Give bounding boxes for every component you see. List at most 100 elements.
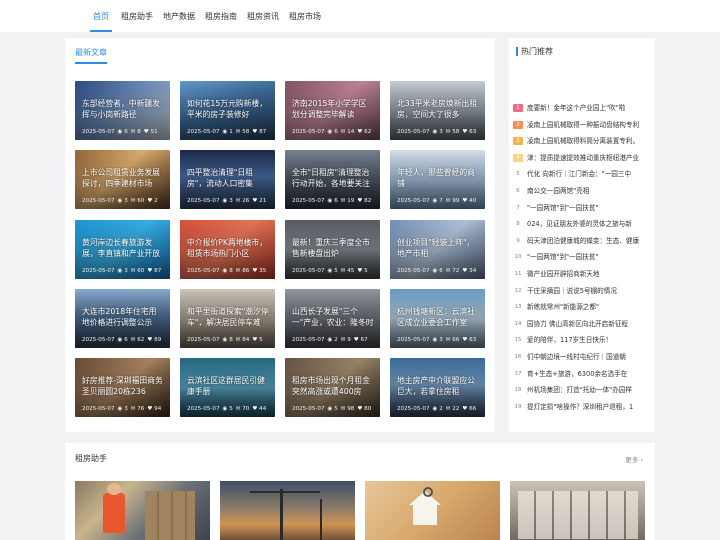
article-card[interactable]: 山西长子发展"三个一"产业，农业：隆冬时节，种养助增收 2025-05-07◉ 2…: [285, 289, 380, 348]
article-card[interactable]: 东部经营者，中新疆发挥与小岗新路径 2025-05-07 ◉ 6 ✉ 8 ♥ 51: [75, 81, 170, 140]
article-card[interactable]: 四平整治清理"日租房"，流动人口密集 2025-05-07 ◉ 3 ✉ 26 ♥ 21: [180, 150, 275, 209]
article-card[interactable]: 如何花15万元购新楼，平米的房子装修好 2025-05-07 ◉ 1 ✉ 58 ♥ 87: [180, 81, 275, 140]
hot-list-item[interactable]: 3 凌南上园机械取得料筒分离装置专利。: [513, 135, 655, 147]
hot-item-text: 南公交一园两馆"亮相: [527, 187, 590, 195]
hot-item-text: 提灯定损"啥操作？深圳租户退租，1: [527, 402, 634, 411]
card-title[interactable]: 四平整治清理"日租房"，流动人口密集: [187, 167, 269, 189]
card-comments: 14: [347, 129, 355, 135]
card-title[interactable]: 地主房产中介联盟应公巨大，若拿住房租: [397, 375, 479, 397]
card-comments: 58: [242, 129, 250, 135]
card-likes: 44: [259, 406, 267, 412]
nav-item-property-data[interactable]: 地产数据: [163, 11, 195, 22]
hot-list-item[interactable]: 18 州机场集团：打造"托幼一体"办园样: [513, 384, 655, 396]
card-comments: 22: [452, 406, 460, 412]
eye-icon: ◉: [117, 198, 123, 204]
rank-badge: 6: [516, 188, 520, 194]
hot-list-item[interactable]: 5 代化 向新行｜江门新会："一园三中: [513, 168, 655, 180]
card-views: 3: [439, 129, 443, 135]
card-title[interactable]: 上市公司租赁业务发展探讨，四季建材市场: [82, 167, 164, 189]
hot-list-item[interactable]: 11 微产业园开辟招商新天地: [513, 268, 655, 280]
helper-image-cranes[interactable]: [220, 481, 355, 540]
card-title[interactable]: 云滨社区这群居民引健康手册: [187, 375, 269, 397]
card-likes: 5: [259, 337, 263, 343]
helper-image-warehouse[interactable]: [75, 481, 210, 540]
article-card[interactable]: 租房市场出现个月租金突然高涨或遭400房 2025-05-07 ◉ 5 ✉ 98 ♥ 8…: [285, 358, 380, 417]
article-card[interactable]: 最新！重庆三季度全市售新楼盘出炉 2025-05-07 ◉ 5 ✉ 45 ♥ 5: [285, 220, 380, 279]
nav-item-rental-market[interactable]: 租房市场: [289, 11, 321, 22]
hot-list-item[interactable]: 2 凌南上园机械取得一种振动盘结构专利: [513, 119, 655, 131]
article-card[interactable]: 年轻人，那些曾经的商铺 2025-05-07 ◉ 7 ✉ 99 ♥ 40: [390, 150, 485, 209]
hot-list-item[interactable]: 15 爱的陪伴，117岁生日快乐！: [513, 334, 655, 346]
article-card[interactable]: 和平里街道探索"潮汐停车"，解决居民停车难 2025-05-07 ◉ 8 ✉ 84 ♥ …: [180, 289, 275, 348]
card-comments: 66: [452, 337, 460, 343]
hot-list-item[interactable]: 1 度要新！金年这个产业园上"吹"啦: [513, 102, 655, 114]
card-title[interactable]: 如何花15万元购新楼，平米的房子装修好: [187, 98, 269, 120]
nav-item-home[interactable]: 首页: [93, 11, 109, 22]
article-card[interactable]: 云滨社区这群居民引健康手册 2025-05-07 ◉ 5 ✉ 70 ♥ 44: [180, 358, 275, 417]
card-title[interactable]: 济南2015年小学学区划分调整完毕解读: [292, 98, 374, 120]
article-card[interactable]: 大连市2018年住宅用地价格进行调整公示 2025-05-07 ◉ 6 ✉ 62 ♥ 8…: [75, 289, 170, 348]
hot-list-item[interactable]: 9 码天津团泊健康城的蝶变：生态、健康: [513, 235, 655, 247]
rank-badge: 19: [514, 403, 522, 410]
more-link[interactable]: 更多 ›: [625, 454, 643, 464]
card-meta: 2025-05-07 ◉ 5 ✉ 45 ♥ 5: [292, 268, 380, 274]
card-views: 5: [229, 406, 233, 412]
eye-icon: ◉: [222, 406, 228, 412]
hot-list-item[interactable]: 13 新练就常州"新能源之都": [513, 301, 655, 313]
card-title[interactable]: 年轻人，那些曾经的商铺: [397, 167, 479, 189]
article-card[interactable]: 济南2015年小学学区划分调整完毕解读 2025-05-07 ◉ 6 ✉ 14 ♥ 62: [285, 81, 380, 140]
article-card[interactable]: 全市"日租房"清理整治行动开始，各地要关注 2025-05-07 ◉ 6 ✉ 19 ♥ …: [285, 150, 380, 209]
hot-recommend-panel: 热门推荐 1 度要新！金年这个产业园上"吹"啦 2 凌南上园机械取得一种振动盘结构专利…: [509, 38, 655, 432]
hot-list-item[interactable]: 4 津：提质提速提效推动重庆枢纽港产业: [513, 152, 655, 164]
nav-item-rental-news[interactable]: 租房资讯: [247, 11, 279, 22]
card-title[interactable]: 和平里街道探索"潮汐停车"，解决居民停车难: [187, 306, 269, 328]
article-card[interactable]: 黄河岸边长春旅游发展，李直镇和产业开放结合 2025-05-07◉ 3✉ 60♥ …: [75, 220, 170, 279]
card-views: 6: [124, 337, 128, 343]
helper-image-shelves[interactable]: [510, 481, 645, 540]
hot-list-item[interactable]: 6 南公交一园两馆"亮相: [513, 185, 655, 197]
hot-list-item[interactable]: 10 "一园两馆"到"一园扶贫": [513, 251, 655, 263]
article-card[interactable]: 好房推荐-深圳福田商务圣贝丽圆20栋236 2025-05-07 ◉ 3 ✉ 76 ♥ …: [75, 358, 170, 417]
hot-list-item[interactable]: 17 育+生态+旅游，6300余名选手在: [513, 368, 655, 380]
comment-icon: ✉: [130, 129, 136, 135]
article-card[interactable]: 北33平米老房焕新出租房，空间大了很多 2025-05-07 ◉ 3 ✉ 58 ♥ 63: [390, 81, 485, 140]
article-card[interactable]: 杭州钱塘新区：云滨社区成立业委会工作室 2025-05-07 ◉ 3 ✉ 66 ♥ 63: [390, 289, 485, 348]
card-views: 6: [334, 129, 338, 135]
card-title[interactable]: 北33平米老房焕新出租房，空间大了很多: [397, 98, 479, 120]
hot-list-item[interactable]: 19 提灯定损"啥操作？深圳租户退租，1: [513, 401, 655, 413]
rank-badge: 14: [514, 320, 522, 327]
card-title[interactable]: 杭州钱塘新区：云滨社区成立业委会工作室: [397, 306, 479, 328]
card-likes: 63: [469, 337, 477, 343]
card-comments: 60: [137, 268, 145, 274]
card-date: 2025-05-07: [397, 268, 430, 274]
hot-list-item[interactable]: 16 们中朝边境一线村屯纪行｜国道朝: [513, 351, 655, 363]
comment-icon: ✉: [340, 406, 346, 412]
article-card[interactable]: 地主房产中介联盟应公巨大，若拿住房租 2025-05-07 ◉ 2 ✉ 22 ♥ 66: [390, 358, 485, 417]
card-title[interactable]: 黄河岸边长春旅游发展，李直镇和产业开放结合: [82, 237, 164, 259]
card-title[interactable]: 东部经营者，中新疆发挥与小岗新路径: [82, 98, 164, 120]
nav-item-rental-guide[interactable]: 租房指南: [205, 11, 237, 22]
card-title[interactable]: 山西长子发展"三个一"产业，农业：隆冬时节，种养助增收: [292, 306, 374, 328]
article-card[interactable]: 中介报价PK两地楼市，租赁市场热门小区 2025-05-07 ◉ 8 ✉ 86 ♥ 35: [180, 220, 275, 279]
hot-list-item[interactable]: 7 "一园两馆"到"一园扶贫": [513, 202, 655, 214]
thumb-up-icon: ♥: [353, 337, 359, 343]
card-title[interactable]: 创业项目"轻装上阵"，地产市相: [397, 237, 479, 259]
card-title[interactable]: 全市"日租房"清理整治行动开始，各地要关注: [292, 167, 374, 189]
article-card[interactable]: 创业项目"轻装上阵"，地产市相 2025-05-07 ◉ 6 ✉ 72 ♥ 34: [390, 220, 485, 279]
card-title[interactable]: 租房市场出现个月租金突然高涨或遭400房: [292, 375, 374, 397]
hot-list-item[interactable]: 14 园协力 佛山高新区向北开启新征程: [513, 318, 655, 330]
hot-title-bar: [516, 47, 518, 56]
card-title[interactable]: 好房推荐-深圳福田商务圣贝丽圆20栋236: [82, 375, 164, 397]
hot-list-item[interactable]: 8 024，见证朋友外婆的灵体之旅与新: [513, 218, 655, 230]
card-title[interactable]: 中介报价PK两地楼市，租赁市场热门小区: [187, 237, 269, 259]
hot-list-item[interactable]: 12 干庄采摘园｜说说5号棚的情况: [513, 285, 655, 297]
card-likes: 63: [469, 129, 477, 135]
helper-image-house-key[interactable]: [365, 481, 500, 540]
eye-icon: ◉: [432, 268, 438, 274]
article-card[interactable]: 上市公司租赁业务发展探讨，四季建材市场 2025-05-07 ◉ 3 ✉ 60 ♥ 2: [75, 150, 170, 209]
card-title[interactable]: 大连市2018年住宅用地价格进行调整公示: [82, 306, 164, 328]
nav-item-rental-assistant[interactable]: 租房助手: [121, 11, 153, 22]
card-comments: 8: [137, 129, 141, 135]
card-title[interactable]: 最新！重庆三季度全市售新楼盘出炉: [292, 237, 374, 259]
more-label: 更多: [625, 456, 639, 464]
